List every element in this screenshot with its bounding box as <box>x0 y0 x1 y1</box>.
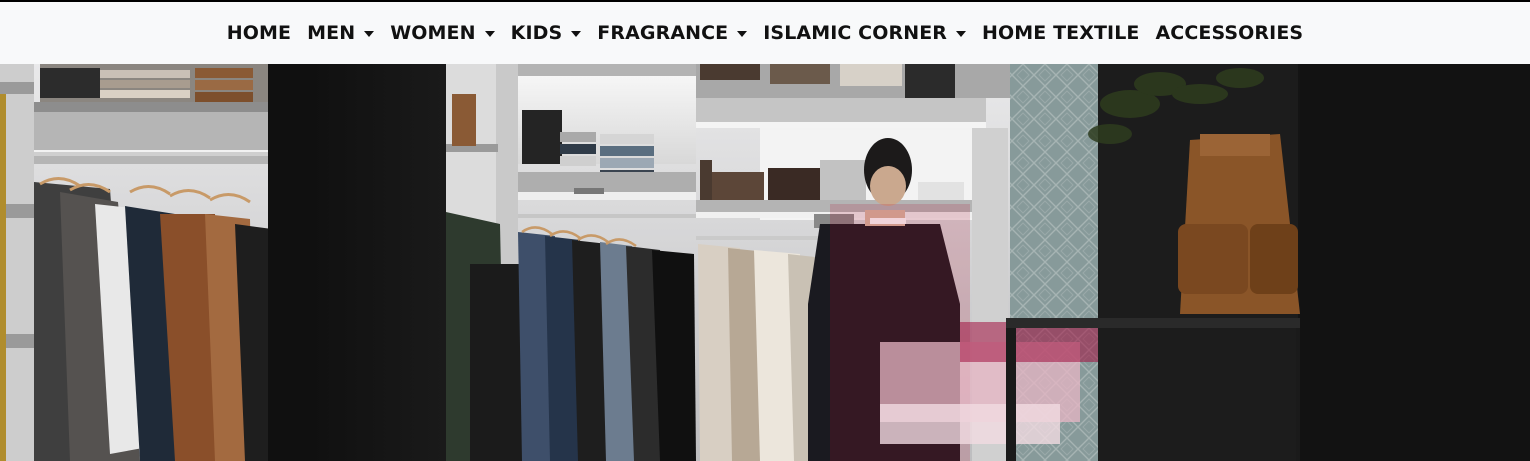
nav-menu: HOME MEN WOMEN KIDS FRAGRANCE ISLAMIC CO… <box>219 22 1311 44</box>
caret-down-icon <box>364 31 375 37</box>
hero-banner-image <box>0 64 1530 461</box>
nav-item-label: KIDS <box>510 22 563 44</box>
caret-down-icon <box>737 31 748 37</box>
nav-item-label: WOMEN <box>390 22 476 44</box>
nav-item-islamic-corner[interactable]: ISLAMIC CORNER <box>755 22 974 44</box>
nav-item-label: ISLAMIC CORNER <box>763 22 948 44</box>
nav-item-home-textile[interactable]: HOME TEXTILE <box>974 22 1147 44</box>
nav-item-label: FRAGRANCE <box>597 22 729 44</box>
caret-down-icon <box>956 31 967 37</box>
nav-item-label: MEN <box>307 22 356 44</box>
nav-item-label: HOME <box>226 22 292 44</box>
caret-down-icon <box>571 31 582 37</box>
nav-item-kids[interactable]: KIDS <box>503 22 590 44</box>
nav-item-home[interactable]: HOME <box>219 22 299 44</box>
nav-item-fragrance[interactable]: FRAGRANCE <box>589 22 755 44</box>
nav-item-label: ACCESSORIES <box>1155 22 1304 44</box>
nav-item-women[interactable]: WOMEN <box>382 22 502 44</box>
nav-item-accessories[interactable]: ACCESSORIES <box>1147 22 1311 44</box>
nav-item-men[interactable]: MEN <box>299 22 382 44</box>
caret-down-icon <box>484 31 495 37</box>
main-navbar: HOME MEN WOMEN KIDS FRAGRANCE ISLAMIC CO… <box>0 2 1530 64</box>
nav-item-label: HOME TEXTILE <box>982 22 1140 44</box>
store-interior-illustration <box>0 64 1530 461</box>
